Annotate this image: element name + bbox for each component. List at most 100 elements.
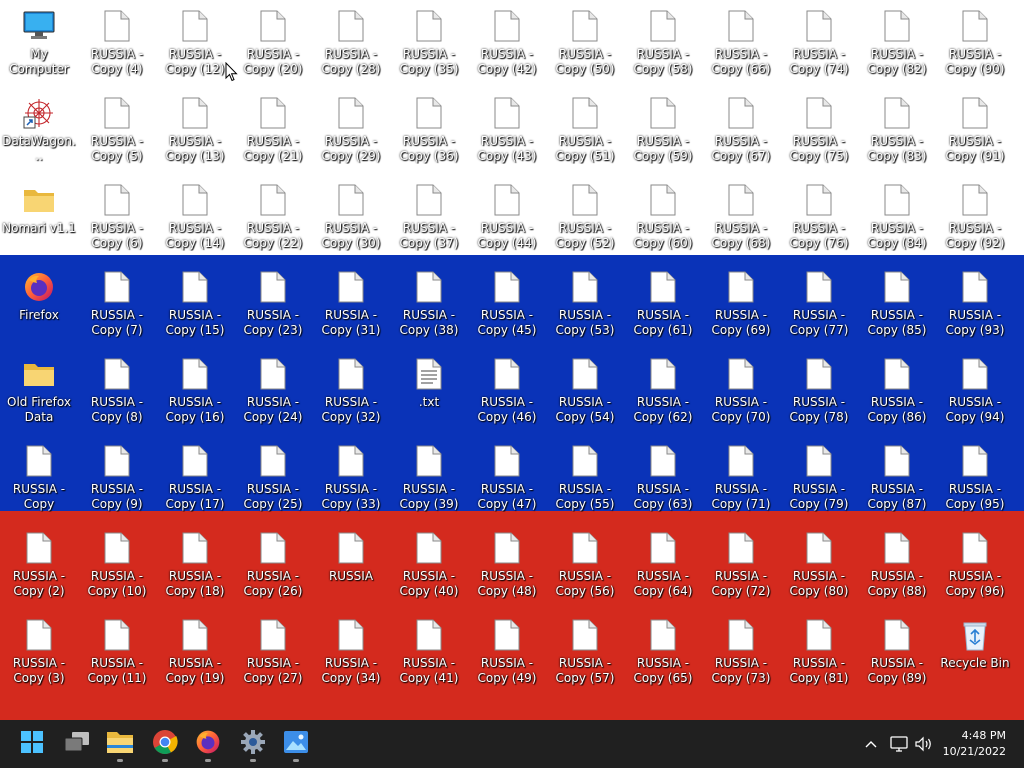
desktop-icon-russia-copy-72[interactable]: RUSSIA - Copy (72) xyxy=(703,527,779,607)
desktop-icon-russia-copy-58[interactable]: RUSSIA - Copy (58) xyxy=(625,5,701,85)
desktop-icon-russia-copy-25[interactable]: RUSSIA - Copy (25) xyxy=(235,440,311,520)
desktop-icon-russia-copy-59[interactable]: RUSSIA - Copy (59) xyxy=(625,92,701,172)
taskbar-file-explorer-button[interactable] xyxy=(100,724,140,764)
taskbar-clock[interactable]: 4:48 PM 10/21/2022 xyxy=(936,728,1006,760)
desktop-icon-russia-copy-4[interactable]: RUSSIA - Copy (4) xyxy=(79,5,155,85)
desktop-icon-russia-copy-57[interactable]: RUSSIA - Copy (57) xyxy=(547,614,623,694)
desktop-icon-russia-copy-89[interactable]: RUSSIA - Copy (89) xyxy=(859,614,935,694)
desktop-icon-nomari-v1-1[interactable]: Nomari v1.1 xyxy=(1,179,77,259)
desktop-icon-russia-copy-31[interactable]: RUSSIA - Copy (31) xyxy=(313,266,389,346)
desktop-icon-russia-copy-19[interactable]: RUSSIA - Copy (19) xyxy=(157,614,233,694)
desktop-icon-russia-copy-67[interactable]: RUSSIA - Copy (67) xyxy=(703,92,779,172)
desktop-icon-russia-copy-55[interactable]: RUSSIA - Copy (55) xyxy=(547,440,623,520)
desktop-icon-russia-copy-37[interactable]: RUSSIA - Copy (37) xyxy=(391,179,467,259)
desktop-icon-russia-copy-22[interactable]: RUSSIA - Copy (22) xyxy=(235,179,311,259)
desktop-icon-datawagon[interactable]: DataWagon... xyxy=(1,92,77,172)
desktop-icon-russia-copy-66[interactable]: RUSSIA - Copy (66) xyxy=(703,5,779,85)
chevron-up-icon[interactable] xyxy=(860,732,882,756)
volume-icon[interactable] xyxy=(912,732,934,756)
desktop-icon-russia-copy-53[interactable]: RUSSIA - Copy (53) xyxy=(547,266,623,346)
desktop-icon-russia-copy-24[interactable]: RUSSIA - Copy (24) xyxy=(235,353,311,433)
desktop-icon-russia-copy-69[interactable]: RUSSIA - Copy (69) xyxy=(703,266,779,346)
desktop-icon-russia-copy-39[interactable]: RUSSIA - Copy (39) xyxy=(391,440,467,520)
desktop-icon-russia-copy-44[interactable]: RUSSIA - Copy (44) xyxy=(469,179,545,259)
desktop-icon-russia-copy-10[interactable]: RUSSIA - Copy (10) xyxy=(79,527,155,607)
desktop-icon-russia-copy-62[interactable]: RUSSIA - Copy (62) xyxy=(625,353,701,433)
desktop-icon-russia-copy-86[interactable]: RUSSIA - Copy (86) xyxy=(859,353,935,433)
desktop-icon-russia-copy-16[interactable]: RUSSIA - Copy (16) xyxy=(157,353,233,433)
desktop-icon-russia-copy-26[interactable]: RUSSIA - Copy (26) xyxy=(235,527,311,607)
desktop-icon-recycle-bin[interactable]: Recycle Bin xyxy=(937,614,1013,694)
desktop-icon-russia-copy-45[interactable]: RUSSIA - Copy (45) xyxy=(469,266,545,346)
desktop-icon-russia-copy-23[interactable]: RUSSIA - Copy (23) xyxy=(235,266,311,346)
desktop-icon-russia-copy-48[interactable]: RUSSIA - Copy (48) xyxy=(469,527,545,607)
desktop-icon-russia-copy-82[interactable]: RUSSIA - Copy (82) xyxy=(859,5,935,85)
desktop-icon-russia-copy-38[interactable]: RUSSIA - Copy (38) xyxy=(391,266,467,346)
desktop-icon-russia-copy-65[interactable]: RUSSIA - Copy (65) xyxy=(625,614,701,694)
desktop-icon-russia-copy-2[interactable]: RUSSIA - Copy (2) xyxy=(1,527,77,607)
desktop-icon-russia-copy-75[interactable]: RUSSIA - Copy (75) xyxy=(781,92,857,172)
desktop-icon-russia-copy-5[interactable]: RUSSIA - Copy (5) xyxy=(79,92,155,172)
desktop-icon-russia-copy-83[interactable]: RUSSIA - Copy (83) xyxy=(859,92,935,172)
taskbar-photos-button[interactable] xyxy=(276,724,316,764)
desktop-icon-russia-copy-77[interactable]: RUSSIA - Copy (77) xyxy=(781,266,857,346)
desktop-icon-russia-copy-17[interactable]: RUSSIA - Copy (17) xyxy=(157,440,233,520)
desktop-icon-russia-copy-90[interactable]: RUSSIA - Copy (90) xyxy=(937,5,1013,85)
desktop-icon-russia-copy-54[interactable]: RUSSIA - Copy (54) xyxy=(547,353,623,433)
desktop-icon-russia-copy-41[interactable]: RUSSIA - Copy (41) xyxy=(391,614,467,694)
desktop-icon-russia-copy-91[interactable]: RUSSIA - Copy (91) xyxy=(937,92,1013,172)
desktop-icon-russia-copy-7[interactable]: RUSSIA - Copy (7) xyxy=(79,266,155,346)
taskbar-chrome-button[interactable] xyxy=(145,724,185,764)
desktop-icon-russia-copy-61[interactable]: RUSSIA - Copy (61) xyxy=(625,266,701,346)
desktop-icon-russia-copy-56[interactable]: RUSSIA - Copy (56) xyxy=(547,527,623,607)
desktop-icon-russia[interactable]: RUSSIA xyxy=(313,527,389,607)
desktop-icon-russia-copy-8[interactable]: RUSSIA - Copy (8) xyxy=(79,353,155,433)
desktop-icon-russia-copy-6[interactable]: RUSSIA - Copy (6) xyxy=(79,179,155,259)
desktop-icon-russia-copy-36[interactable]: RUSSIA - Copy (36) xyxy=(391,92,467,172)
desktop[interactable]: My Computer DataWagon... Nomari v1.1 Firefo… xyxy=(0,0,1024,720)
desktop-icon-russia-copy-3[interactable]: RUSSIA - Copy (3) xyxy=(1,614,77,694)
desktop-icon-russia-copy-81[interactable]: RUSSIA - Copy (81) xyxy=(781,614,857,694)
desktop-icon-russia-copy-80[interactable]: RUSSIA - Copy (80) xyxy=(781,527,857,607)
desktop-icon-russia-copy-50[interactable]: RUSSIA - Copy (50) xyxy=(547,5,623,85)
desktop-icon-russia-copy-30[interactable]: RUSSIA - Copy (30) xyxy=(313,179,389,259)
desktop-icon-russia-copy-40[interactable]: RUSSIA - Copy (40) xyxy=(391,527,467,607)
desktop-icon-russia-copy-33[interactable]: RUSSIA - Copy (33) xyxy=(313,440,389,520)
desktop-icon-russia-copy-73[interactable]: RUSSIA - Copy (73) xyxy=(703,614,779,694)
desktop-icon-russia-copy-76[interactable]: RUSSIA - Copy (76) xyxy=(781,179,857,259)
desktop-icon-russia-copy-27[interactable]: RUSSIA - Copy (27) xyxy=(235,614,311,694)
desktop-icon-firefox[interactable]: Firefox xyxy=(1,266,77,346)
desktop-icon-russia-copy-9[interactable]: RUSSIA - Copy (9) xyxy=(79,440,155,520)
taskbar-firefox-button[interactable] xyxy=(188,724,228,764)
desktop-icon-russia-copy-64[interactable]: RUSSIA - Copy (64) xyxy=(625,527,701,607)
desktop-icon-russia-copy-21[interactable]: RUSSIA - Copy (21) xyxy=(235,92,311,172)
desktop-icon-russia-copy-78[interactable]: RUSSIA - Copy (78) xyxy=(781,353,857,433)
desktop-icon-russia-copy-15[interactable]: RUSSIA - Copy (15) xyxy=(157,266,233,346)
desktop-icon-russia-copy-14[interactable]: RUSSIA - Copy (14) xyxy=(157,179,233,259)
desktop-icon-russia-copy-94[interactable]: RUSSIA - Copy (94) xyxy=(937,353,1013,433)
desktop-icon-russia-copy-95[interactable]: RUSSIA - Copy (95) xyxy=(937,440,1013,520)
desktop-icon-russia-copy-29[interactable]: RUSSIA - Copy (29) xyxy=(313,92,389,172)
desktop-icon-russia-copy-70[interactable]: RUSSIA - Copy (70) xyxy=(703,353,779,433)
desktop-icon-russia-copy-13[interactable]: RUSSIA - Copy (13) xyxy=(157,92,233,172)
desktop-icon-russia-copy-87[interactable]: RUSSIA - Copy (87) xyxy=(859,440,935,520)
desktop-icon-russia-copy-52[interactable]: RUSSIA - Copy (52) xyxy=(547,179,623,259)
desktop-icon-old-firefox-data[interactable]: Old Firefox Data xyxy=(1,353,77,433)
desktop-icon-russia-copy-42[interactable]: RUSSIA - Copy (42) xyxy=(469,5,545,85)
taskbar-start-button[interactable] xyxy=(12,724,52,764)
desktop-icon-russia-copy-12[interactable]: RUSSIA - Copy (12) xyxy=(157,5,233,85)
desktop-icon-russia-copy-35[interactable]: RUSSIA - Copy (35) xyxy=(391,5,467,85)
desktop-icon-russia-copy-47[interactable]: RUSSIA - Copy (47) xyxy=(469,440,545,520)
network-icon[interactable] xyxy=(888,732,910,756)
desktop-icon-russia-copy-49[interactable]: RUSSIA - Copy (49) xyxy=(469,614,545,694)
desktop-icon-russia-copy-60[interactable]: RUSSIA - Copy (60) xyxy=(625,179,701,259)
desktop-icon-russia-copy-96[interactable]: RUSSIA - Copy (96) xyxy=(937,527,1013,607)
desktop-icon-russia-copy-74[interactable]: RUSSIA - Copy (74) xyxy=(781,5,857,85)
desktop-icon-russia-copy-43[interactable]: RUSSIA - Copy (43) xyxy=(469,92,545,172)
desktop-icon-russia-copy-79[interactable]: RUSSIA - Copy (79) xyxy=(781,440,857,520)
desktop-icon-russia-copy-92[interactable]: RUSSIA - Copy (92) xyxy=(937,179,1013,259)
desktop-icon-russia-copy-88[interactable]: RUSSIA - Copy (88) xyxy=(859,527,935,607)
desktop-icon-russia-copy-34[interactable]: RUSSIA - Copy (34) xyxy=(313,614,389,694)
desktop-icon-russia-copy[interactable]: RUSSIA - Copy xyxy=(1,440,77,520)
desktop-icon-russia-copy-68[interactable]: RUSSIA - Copy (68) xyxy=(703,179,779,259)
